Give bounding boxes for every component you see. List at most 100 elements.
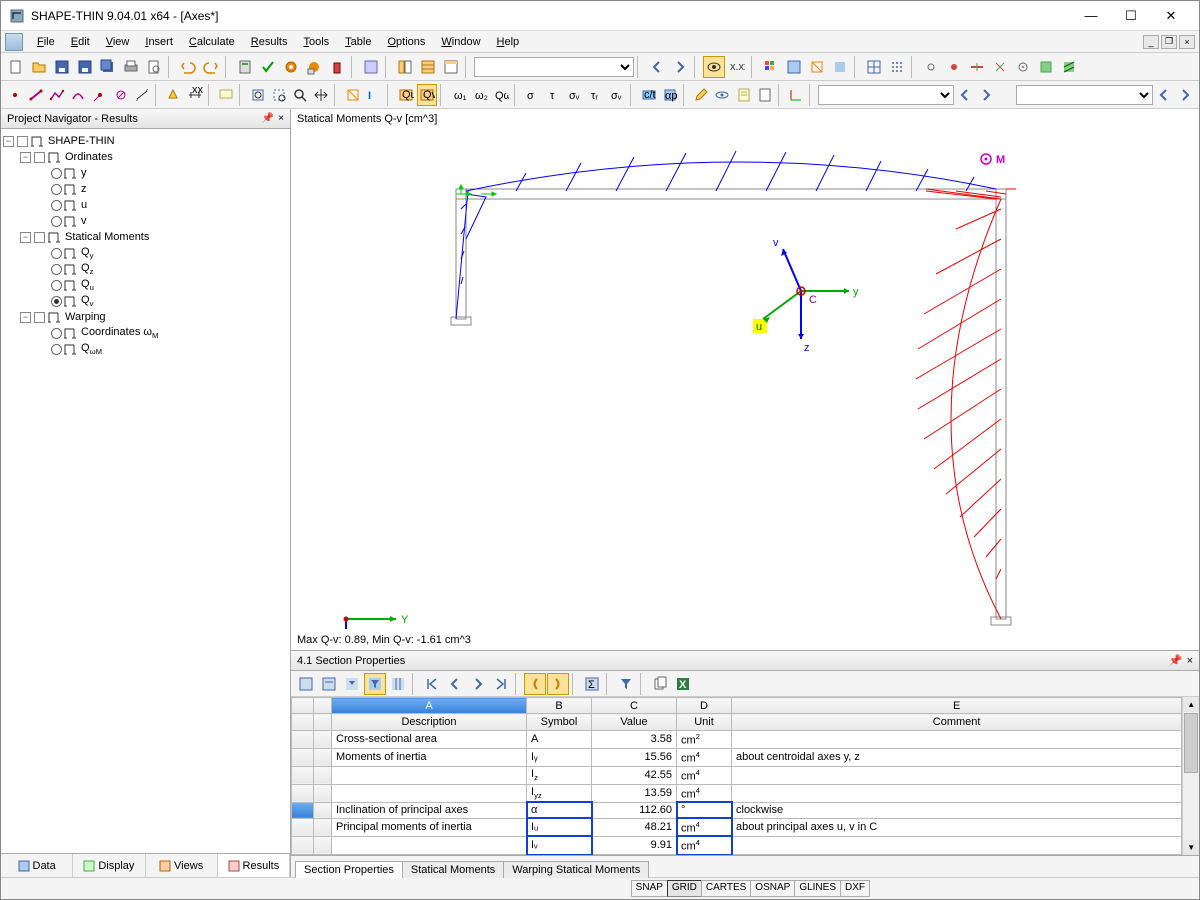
calc-params-button[interactable] — [303, 56, 325, 78]
dotted-grid-button[interactable] — [886, 56, 908, 78]
prev-view-button[interactable] — [646, 56, 668, 78]
minimize-button[interactable]: — — [1071, 2, 1111, 30]
menu-options[interactable]: Options — [379, 34, 433, 50]
status-glines[interactable]: GLINES — [794, 880, 841, 897]
close-panel-icon[interactable]: × — [278, 113, 284, 124]
tb-last-icon[interactable] — [490, 673, 512, 695]
mdi-minimize[interactable]: _ — [1143, 35, 1159, 49]
zoom-extents-icon[interactable] — [248, 84, 268, 106]
support-icon[interactable] — [163, 84, 183, 106]
navigator-button[interactable] — [394, 56, 416, 78]
axis-cross-button[interactable] — [989, 56, 1011, 78]
menu-calculate[interactable]: Calculate — [181, 34, 243, 50]
report-nav-icon[interactable] — [755, 84, 775, 106]
null-icon[interactable] — [111, 84, 131, 106]
dim-icon[interactable] — [132, 84, 152, 106]
tree-item[interactable]: Qv — [3, 293, 288, 309]
nav-tab-results[interactable]: Results — [218, 854, 290, 877]
arc-icon[interactable] — [68, 84, 88, 106]
scroll-v[interactable]: ▲ ▼ — [1182, 697, 1199, 855]
scroll-thumb[interactable] — [1184, 713, 1198, 773]
pointelem-icon[interactable] — [90, 84, 110, 106]
tb-bracket-r-icon[interactable] — [547, 673, 569, 695]
point-button[interactable] — [1012, 56, 1034, 78]
tb-prev-icon[interactable] — [444, 673, 466, 695]
display-props-button[interactable] — [783, 56, 805, 78]
stress-qu-icon[interactable]: Qu — [396, 84, 416, 106]
menu-file[interactable]: File — [29, 34, 63, 50]
units-button[interactable] — [360, 56, 382, 78]
element-icon[interactable] — [26, 84, 46, 106]
mdi-restore[interactable]: ❐ — [1161, 35, 1177, 49]
tree-item[interactable]: y — [3, 165, 288, 181]
calc-button[interactable] — [234, 56, 256, 78]
tb-first-icon[interactable] — [421, 673, 443, 695]
saveall-button[interactable] — [97, 56, 119, 78]
show-results-button[interactable] — [703, 56, 725, 78]
next-case-button[interactable] — [976, 84, 996, 106]
status-osnap[interactable]: OSNAP — [750, 880, 795, 897]
open-button[interactable] — [28, 56, 50, 78]
tables-button[interactable] — [417, 56, 439, 78]
sigmav1-icon[interactable]: σᵥ — [565, 84, 585, 106]
next-case-button-2[interactable] — [1175, 84, 1195, 106]
next-view-button[interactable] — [669, 56, 691, 78]
menu-insert[interactable]: Insert — [137, 34, 181, 50]
navigator-tree[interactable]: −SHAPE-THIN−Ordinatesyzuv−Statical Momen… — [1, 129, 290, 853]
menu-window[interactable]: Window — [433, 34, 488, 50]
tb-filter-icon[interactable] — [364, 673, 386, 695]
sigmav2-icon[interactable]: σᵥ — [607, 84, 627, 106]
cp-icon[interactable]: c/t — [639, 84, 659, 106]
wireframe-button[interactable] — [806, 56, 828, 78]
axes-toggle-icon[interactable] — [786, 84, 806, 106]
colors-button[interactable] — [760, 56, 782, 78]
section-sel-icon[interactable]: I — [364, 84, 384, 106]
nav-tab-display[interactable]: Display — [73, 854, 145, 877]
menu-tools[interactable]: Tools — [295, 34, 337, 50]
sigma-icon[interactable]: σ — [522, 84, 542, 106]
stress-qv-icon[interactable]: Qv — [417, 84, 437, 106]
mdi-close[interactable]: × — [1179, 35, 1195, 49]
status-grid[interactable]: GRID — [667, 880, 702, 897]
report-icon[interactable] — [734, 84, 754, 106]
comment-icon[interactable] — [216, 84, 236, 106]
section-button[interactable] — [1035, 56, 1057, 78]
nav-tab-data[interactable]: Data — [1, 854, 73, 877]
axis-x-button[interactable] — [966, 56, 988, 78]
close-button[interactable]: ✕ — [1151, 2, 1191, 30]
tau-r-icon[interactable]: τᵣ — [586, 84, 606, 106]
link-button[interactable] — [920, 56, 942, 78]
eye-icon[interactable] — [712, 84, 732, 106]
tree-item[interactable]: Coordinates ωM — [3, 325, 288, 341]
close-panel-icon[interactable]: × — [1187, 655, 1193, 667]
polyline-icon[interactable] — [47, 84, 67, 106]
tb-edit-icon[interactable] — [295, 673, 317, 695]
tab-statical-moments[interactable]: Statical Moments — [402, 861, 504, 878]
tree-item[interactable]: Qy — [3, 245, 288, 261]
menu-results[interactable]: Results — [243, 34, 296, 50]
status-snap[interactable]: SNAP — [631, 880, 668, 897]
tb-bracket-l-icon[interactable] — [524, 673, 546, 695]
scroll-up-icon[interactable]: ▲ — [1183, 697, 1199, 712]
tree-item[interactable]: u — [3, 197, 288, 213]
tb-filter-dn-icon[interactable] — [341, 673, 363, 695]
scroll-down-icon[interactable]: ▼ — [1183, 840, 1199, 855]
check-button[interactable] — [257, 56, 279, 78]
tree-item[interactable]: QωM — [3, 341, 288, 357]
tree-item[interactable]: v — [3, 213, 288, 229]
pin-icon[interactable]: 📌 — [1169, 654, 1183, 667]
zoom-icon[interactable] — [290, 84, 310, 106]
new-button[interactable] — [5, 56, 27, 78]
nav-tab-views[interactable]: Views — [146, 854, 218, 877]
tb-sum-icon[interactable]: Σ — [581, 673, 603, 695]
maximize-button[interactable]: ☐ — [1111, 2, 1151, 30]
prev-case-button[interactable] — [955, 84, 975, 106]
zoom-window-icon[interactable] — [269, 84, 289, 106]
tab-warping-moments[interactable]: Warping Statical Moments — [503, 861, 649, 878]
hatch-button[interactable] — [1058, 56, 1080, 78]
tb-next-icon[interactable] — [467, 673, 489, 695]
plastic-icon[interactable]: αpl — [660, 84, 680, 106]
menu-edit[interactable]: Edit — [63, 34, 98, 50]
pencil-icon[interactable] — [691, 84, 711, 106]
case-combo[interactable] — [818, 85, 954, 105]
